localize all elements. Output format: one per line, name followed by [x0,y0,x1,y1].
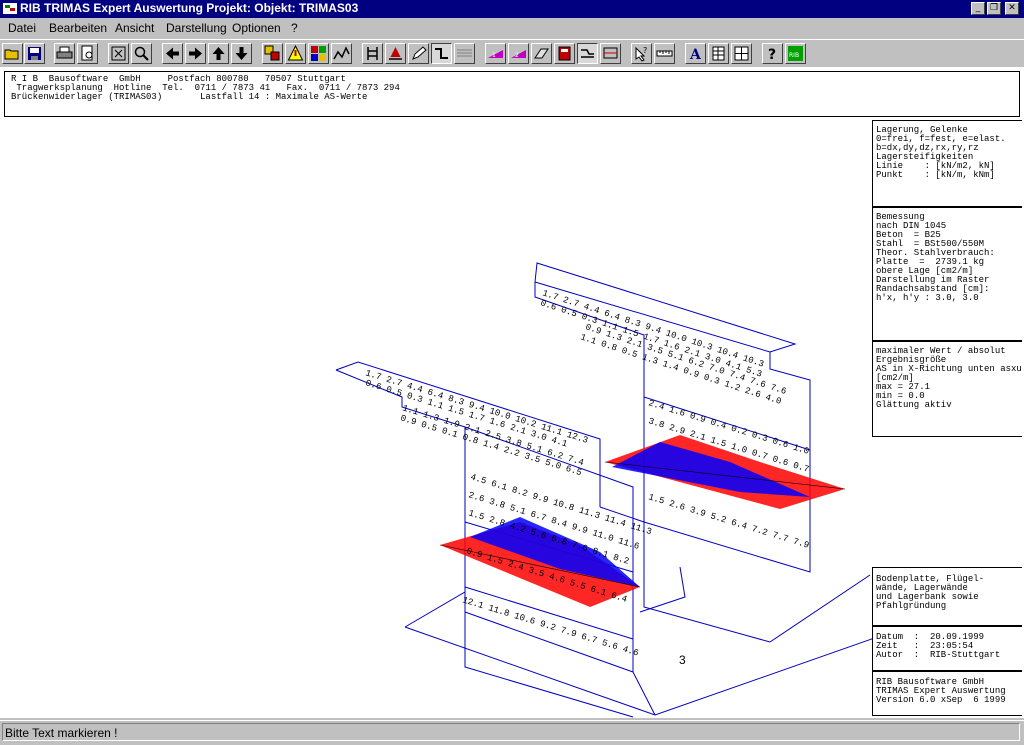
status-text: Bitte Text markieren ! [2,723,1020,741]
query-icon[interactable]: ? [631,43,652,64]
legend-supports-line: Punkt : [kN/m, kNm] [876,170,995,180]
cut-icon[interactable] [577,43,598,64]
arrow-left-icon[interactable] [162,43,183,64]
zoom-icon[interactable] [131,43,152,64]
step-icon[interactable] [431,43,452,64]
open-icon[interactable] [2,43,23,64]
menu-help[interactable]: ? [291,21,298,35]
menu-datei[interactable]: Datei [8,21,36,35]
save-icon[interactable] [24,43,45,64]
menu-ansicht[interactable]: Ansicht [115,21,154,35]
legend-description: Bodenplatte, Flügel- wände, Lagerwände u… [872,567,1022,626]
value-row: 0.6 0.5 0.3 1.1 1.5 1.7 1.6 2.1 3.0 4.1 … [539,298,763,379]
legend-result-line: Glättung aktiv [876,400,952,410]
close-button[interactable]: ✕ [1005,2,1019,15]
colors-icon[interactable] [308,43,329,64]
window-title: RIB TRIMAS Expert Auswertung Projekt: Ob… [20,1,359,15]
table-icon[interactable] [708,43,729,64]
legend-description-line: Pfahlgründung [876,601,947,611]
load-icon[interactable] [385,43,406,64]
menu-darstellung[interactable]: Darstellung [166,21,227,35]
help-icon[interactable]: ? [762,43,783,64]
model-drawing: 1.7 2.7 4.4 6.4 8.3 9.4 10.0 10.3 10.4 1… [335,262,872,718]
book-icon[interactable] [554,43,575,64]
title-bar: RIB TRIMAS Expert Auswertung Projekt: Ob… [0,0,1024,18]
text-icon[interactable]: A [685,43,706,64]
legend-date: Datum : 20.09.1999 Zeit : 23:05:54 Autor… [872,626,1022,671]
arrow-up-icon[interactable] [208,43,229,64]
legend-version: RIB Bausoftware GmbH TRIMAS Expert Auswe… [872,671,1022,716]
grid-icon[interactable] [454,43,475,64]
arrow-down-icon[interactable] [231,43,252,64]
graph-icon[interactable] [331,43,352,64]
menu-bar: Datei Bearbeiten Ansicht Darstellung Opt… [0,18,1024,38]
zoom-fit-icon[interactable] [108,43,129,64]
print-icon[interactable] [54,43,75,64]
node-label: 3 [679,653,686,667]
edit-icon[interactable] [408,43,429,64]
svg-text:A: A [689,47,702,62]
svg-text:2: 2 [515,52,519,59]
legend-design: Bemessung nach DIN 1045 Beton = B25 Stah… [872,207,1022,341]
warning-icon[interactable] [285,43,306,64]
svg-text:RIB: RIB [789,52,799,59]
menu-optionen[interactable]: Optionen [232,21,281,35]
legend-date-line: Autor : RIB-Stuttgart [876,650,1001,660]
toolbar: 1 2 ? A ? RIB [0,39,1024,68]
legend-supports: Lagerung, Gelenke 0=frei, f=fest, e=elas… [872,120,1022,207]
legend-result: maximaler Wert / absolut Ergebnisgröße A… [872,341,1022,437]
svg-text:?: ? [643,46,647,55]
arrow-right-icon[interactable] [185,43,206,64]
matrix-icon[interactable] [731,43,752,64]
section-icon[interactable] [531,43,552,64]
result-1-icon[interactable]: 1 [485,43,506,64]
layers-icon[interactable] [262,43,283,64]
print-preview-icon[interactable] [77,43,98,64]
status-bar: Bitte Text markieren ! [0,720,1024,745]
svg-text:1: 1 [492,52,496,59]
legend-design-line: h'x, h'y : 3.0, 3.0 [876,293,979,303]
rib-icon[interactable]: RIB [785,43,806,64]
select-icon[interactable] [600,43,621,64]
svg-text:?: ? [768,47,776,62]
value-row: 12.1 11.8 10.6 9.2 7.9 6.7 5.6 4.6 [461,595,640,658]
app-icon [3,3,17,14]
drawing-canvas[interactable]: R I B Bausoftware GmbH Postfach 800780 7… [0,67,1024,718]
support-icon[interactable] [362,43,383,64]
ruler-icon[interactable] [654,43,675,64]
result-2-icon[interactable]: 2 [508,43,529,64]
menu-bearbeiten[interactable]: Bearbeiten [49,21,107,35]
minimize-button[interactable]: _ [971,2,985,15]
legend-version-line: Version 6.0 xSep 6 1999 [876,695,1006,705]
restore-button[interactable]: ❐ [987,2,1001,15]
